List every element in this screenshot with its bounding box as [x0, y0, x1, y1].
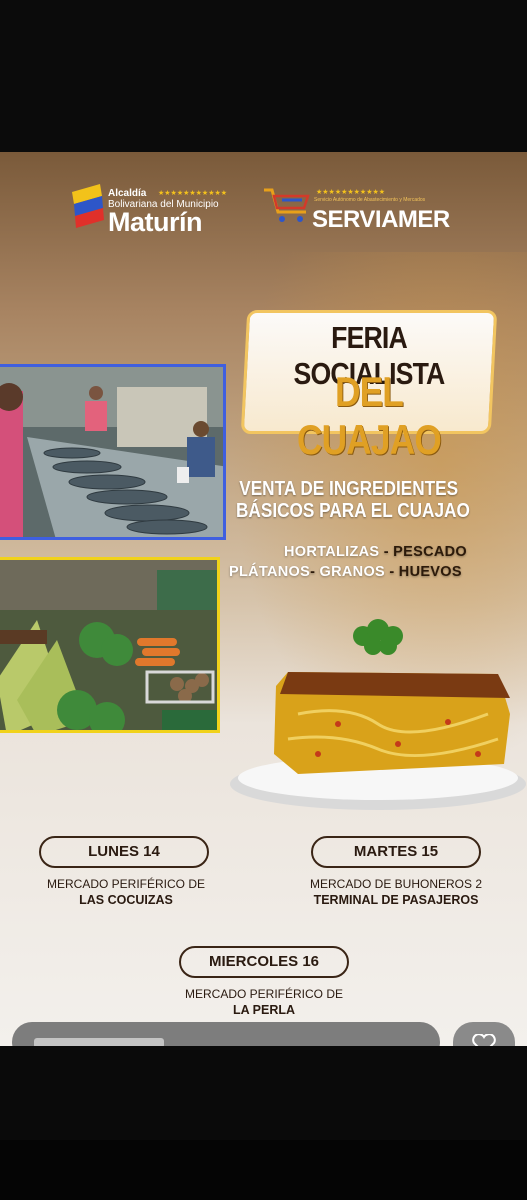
vegetable-market-photo: [0, 557, 220, 733]
maturin-label: Maturín: [108, 207, 203, 237]
serviamer-logo: ★★★★★★★★★★★ Servicio Autónomo de Abastec…: [262, 182, 482, 242]
location-martes: MERCADO DE BUHONEROS 2 TERMINAL DE PASAJ…: [280, 876, 512, 908]
event-title-badge: FERIA SOCIALISTA DEL CUAJAO: [240, 310, 498, 463]
stars-decoration: ★★★★★★★★★★★: [158, 189, 228, 197]
product-pescado: PESCADO: [393, 544, 467, 560]
cuajao-dish-image: [228, 614, 527, 814]
event-subtitle: VENTA DE INGREDIENTES BÁSICOS PARA EL CU…: [236, 478, 470, 522]
separator: -: [310, 564, 320, 580]
product-granos: GRANOS: [319, 564, 385, 580]
location-miercoles: MERCADO PERIFÉRICO DE LA PERLA: [148, 986, 380, 1018]
day-pill-martes: MARTES 15: [311, 836, 481, 868]
location-line-1: MERCADO PERIFÉRICO DE: [46, 877, 205, 891]
fish-market-photo: [0, 364, 226, 540]
subtitle-line-2: BÁSICOS PARA EL CUAJAO: [236, 500, 470, 522]
title-line-2: DEL CUAJAO: [297, 368, 442, 463]
alcaldia-label: Alcaldía: [108, 188, 147, 199]
separator: -: [379, 544, 394, 560]
heart-icon: [472, 1034, 496, 1046]
day-pill-miercoles: MIERCOLES 16: [179, 946, 349, 978]
subtitle-line-1: VENTA DE INGREDIENTES: [239, 478, 459, 500]
location-line-2: TERMINAL DE PASAJEROS: [313, 893, 479, 907]
navigation-bar: [0, 1140, 527, 1200]
status-bar-area: [0, 0, 527, 152]
stars-decoration: ★★★★★★★★★★★: [316, 188, 386, 196]
products-row-1: HORTALIZAS - PESCADO: [284, 544, 467, 560]
comment-input-bar[interactable]: [12, 1022, 440, 1046]
comment-placeholder: [34, 1038, 164, 1046]
shopping-cart-icon: [264, 188, 310, 222]
location-line-1: MERCADO PERIFÉRICO DE: [184, 987, 343, 1001]
location-line-2: LA PERLA: [232, 1003, 296, 1017]
serviamer-label: SERVIAMER: [312, 206, 450, 233]
alcaldia-maturin-logo: Alcaldía ★★★★★★★★★★★ Bolivariana del Mun…: [70, 184, 240, 244]
product-huevos: HUEVOS: [398, 564, 462, 580]
day-pill-lunes: LUNES 14: [39, 836, 209, 868]
product-platanos: PLÁTANOS: [229, 564, 311, 580]
event-poster-image: Alcaldía ★★★★★★★★★★★ Bolivariana del Mun…: [0, 152, 527, 1046]
venezuela-flag-icon: [72, 184, 104, 228]
location-lunes: MERCADO PERIFÉRICO DE LAS COCUIZAS: [10, 876, 242, 908]
separator: -: [385, 564, 399, 580]
location-line-2: LAS COCUIZAS: [79, 893, 173, 907]
serviamer-subtitle: Servicio Autónomo de Abastecimiento y Me…: [314, 197, 426, 203]
product-hortalizas: HORTALIZAS: [284, 544, 380, 560]
location-line-1: MERCADO DE BUHONEROS 2: [309, 877, 483, 891]
products-row-2: PLÁTANOS- GRANOS - HUEVOS: [229, 564, 462, 580]
like-button[interactable]: [453, 1022, 515, 1046]
